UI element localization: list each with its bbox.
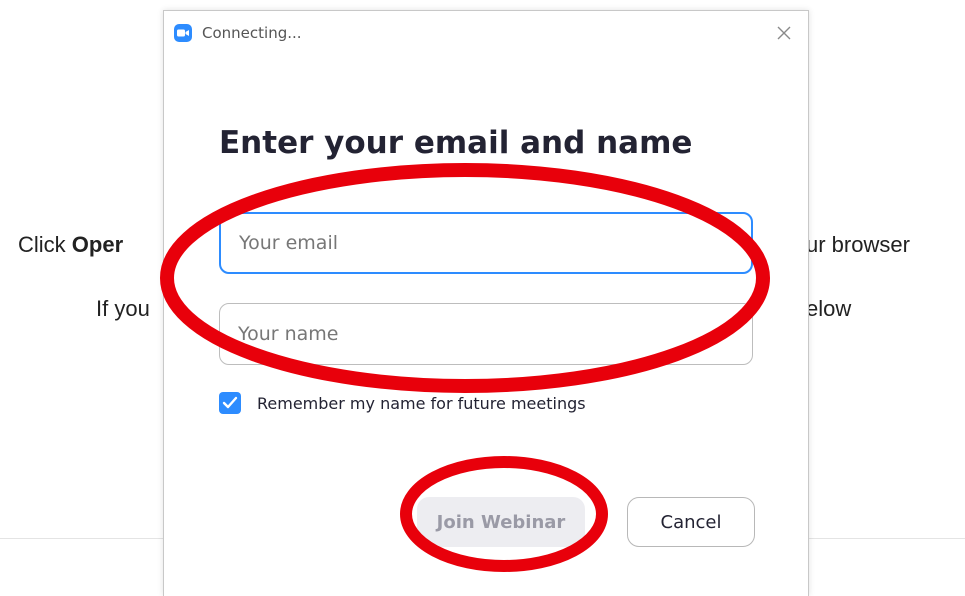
background-bold-text: Oper — [71, 232, 124, 257]
dialog-title: Connecting... — [202, 24, 302, 42]
join-dialog: Connecting... Enter your email and name … — [163, 10, 809, 596]
remember-label: Remember my name for future meetings — [257, 394, 586, 413]
name-field[interactable] — [219, 303, 753, 365]
email-field[interactable] — [219, 212, 753, 274]
dialog-heading: Enter your email and name — [219, 125, 693, 161]
background-text-left: Click Oper — [18, 232, 124, 257]
close-icon[interactable] — [772, 21, 796, 45]
background-text-left: If you — [96, 296, 150, 321]
join-webinar-button[interactable]: Join Webinar — [417, 497, 585, 547]
background-text-right: ur browser — [806, 232, 910, 257]
cancel-button[interactable]: Cancel — [627, 497, 755, 547]
remember-checkbox[interactable] — [219, 392, 241, 414]
background-text-right: elow — [806, 296, 852, 321]
dialog-titlebar: Connecting... — [164, 11, 808, 55]
remember-name-option[interactable]: Remember my name for future meetings — [219, 392, 649, 416]
zoom-camera-icon — [174, 24, 192, 42]
checkmark-icon — [222, 396, 238, 409]
